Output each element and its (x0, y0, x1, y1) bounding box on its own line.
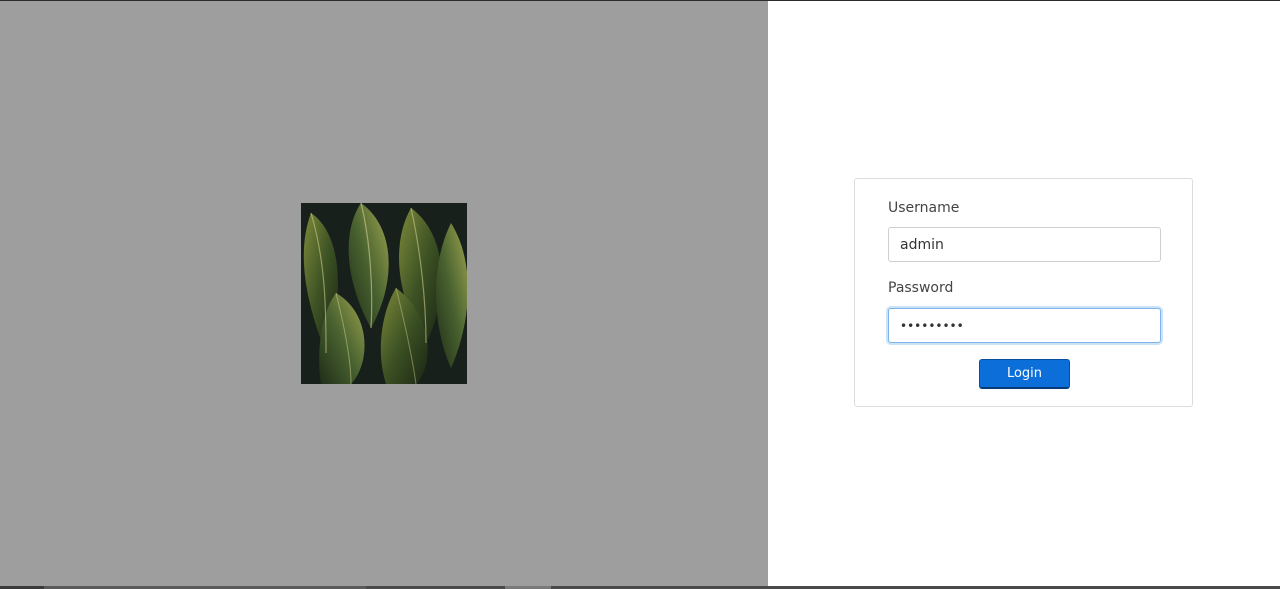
login-button[interactable]: Login (979, 359, 1070, 389)
password-input[interactable] (888, 308, 1161, 343)
leaves-illustration (301, 203, 467, 384)
username-input[interactable] (888, 227, 1161, 262)
username-label: Username (888, 200, 960, 216)
login-form: Username Password Login (854, 178, 1193, 407)
leaves-photo (301, 203, 467, 384)
password-label: Password (888, 280, 954, 296)
